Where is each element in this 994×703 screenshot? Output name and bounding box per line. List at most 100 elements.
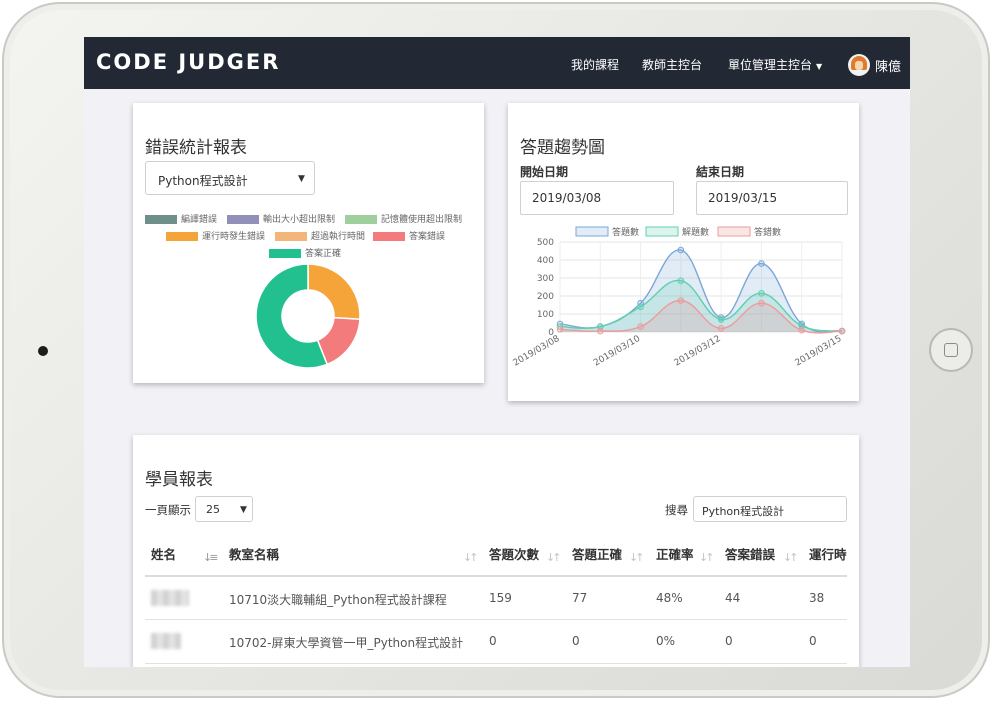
cell-accuracy: 0%: [656, 634, 676, 648]
y-tick-label: 200: [537, 292, 554, 302]
legend-swatch: [227, 215, 259, 224]
camera-icon: [38, 346, 48, 356]
page-size-select[interactable]: 25 ▼: [195, 496, 253, 522]
end-date-input[interactable]: 2019/03/15: [696, 181, 848, 215]
search-input-value: Python程式設計: [702, 505, 785, 518]
y-tick-label: 500: [537, 238, 554, 248]
sort-icon[interactable]: ↓↑: [546, 551, 562, 564]
x-tick-label: 2019/03/10: [592, 334, 642, 369]
error-report-card: 錯誤統計報表 Python程式設計 ▼ 編譯錯誤 輸出大小超出限制 記憶體使用超…: [133, 103, 484, 383]
sort-desc-icon[interactable]: ↓≡: [203, 551, 219, 564]
start-date-label: 開始日期: [520, 165, 569, 179]
nav-teacher-console[interactable]: 教師主控台: [642, 56, 702, 73]
y-tick-label: 300: [537, 274, 554, 284]
y-tick-label: 100: [537, 310, 554, 320]
cell-correct: 0: [572, 634, 580, 648]
caret-down-icon: ▼: [298, 174, 305, 184]
student-name-blurred: [151, 633, 181, 649]
data-point[interactable]: [596, 327, 604, 335]
legend-item[interactable]: 答案正確: [269, 246, 341, 259]
search-input[interactable]: Python程式設計: [693, 496, 847, 522]
th-name[interactable]: 姓名: [151, 544, 176, 563]
legend-item[interactable]: 輸出大小超出限制: [227, 212, 335, 225]
sort-icon[interactable]: ↓↑: [783, 551, 799, 564]
data-point[interactable]: [758, 260, 765, 267]
cell-wrong: 0: [725, 634, 733, 648]
trend-title: 答題趨勢圖: [520, 138, 605, 158]
caret-down-icon: ▼: [816, 62, 823, 71]
th-runtime[interactable]: 運行時: [809, 544, 847, 563]
data-point[interactable]: [677, 246, 685, 254]
cell-classroom: 10710淡大職輔組_Python程式設計課程: [229, 593, 447, 607]
th-classroom[interactable]: 教室名稱: [229, 544, 279, 563]
home-button[interactable]: [929, 328, 973, 372]
legend-label: 超過執行時間: [311, 232, 366, 242]
legend-label: 答題數: [612, 226, 639, 238]
th-attempts[interactable]: 答題次數: [489, 544, 539, 563]
legend-swatch[interactable]: [645, 226, 679, 237]
th-accuracy[interactable]: 正確率: [656, 544, 694, 563]
student-report-title: 學員報表: [145, 470, 213, 490]
legend-swatch: [373, 232, 405, 241]
row-divider: [145, 619, 847, 620]
data-point[interactable]: [677, 297, 685, 304]
navbar: CODE JUDGER 我的課程 教師主控台 單位管理主控台 ▼ 陳億: [84, 37, 910, 89]
legend-item[interactable]: 編譯錯誤: [145, 212, 217, 225]
data-point[interactable]: [717, 325, 725, 332]
cell-attempts: 159: [489, 591, 512, 605]
legend-label: 編譯錯誤: [181, 215, 218, 225]
nav-my-courses[interactable]: 我的課程: [571, 56, 619, 73]
data-point[interactable]: [798, 326, 806, 334]
data-point[interactable]: [637, 303, 644, 311]
nav-unit-console[interactable]: 單位管理主控台 ▼: [728, 56, 822, 73]
sort-icon[interactable]: ↓↑: [699, 551, 715, 564]
data-point[interactable]: [758, 290, 765, 297]
trend-card: 答題趨勢圖 開始日期 2019/03/08 結束日期 2019/03/15 01…: [508, 103, 859, 401]
legend-label: 輸出大小超出限制: [263, 215, 336, 225]
cell-accuracy: 48%: [656, 591, 683, 605]
end-date-label: 結束日期: [696, 165, 745, 179]
legend-item[interactable]: 記憶體使用超出限制: [345, 212, 462, 225]
sort-icon[interactable]: ↓↑: [463, 551, 479, 564]
x-tick-label: 2019/03/08: [512, 334, 562, 369]
data-point[interactable]: [838, 327, 846, 335]
legend-swatch: [275, 232, 307, 241]
student-report-card: 學員報表 一頁顯示 25 ▼ 搜尋 Python程式設計 姓名 ↓≡ 教室名稱 …: [133, 435, 859, 667]
data-point[interactable]: [717, 316, 725, 323]
y-tick-label: 400: [537, 256, 554, 266]
x-tick-label: 2019/03/15: [794, 334, 844, 369]
legend-swatch[interactable]: [575, 226, 609, 237]
caret-down-icon: ▼: [240, 505, 247, 515]
donut-slice[interactable]: [307, 263, 361, 321]
start-date-input[interactable]: 2019/03/08: [520, 181, 674, 215]
brand-logo[interactable]: CODE JUDGER: [96, 50, 280, 74]
page-size-label: 一頁顯示: [145, 503, 191, 517]
legend-label: 解題數: [682, 226, 709, 238]
user-name[interactable]: 陳億: [875, 56, 901, 75]
course-select[interactable]: Python程式設計 ▼: [145, 161, 315, 195]
legend-item[interactable]: 超過執行時間: [275, 229, 365, 242]
cell-attempts: 0: [489, 634, 497, 648]
legend-label: 運行時發生錯誤: [202, 232, 266, 242]
row-divider: [145, 663, 847, 664]
legend-swatch[interactable]: [717, 226, 751, 237]
legend-label: 答錯數: [754, 226, 781, 238]
data-point[interactable]: [637, 323, 644, 330]
cell-classroom: 10702-屏東大學資管一甲_Python程式設計: [229, 636, 464, 650]
screen: CODE JUDGER 我的課程 教師主控台 單位管理主控台 ▼ 陳億 錯誤統計報…: [84, 37, 910, 667]
legend-swatch: [269, 249, 301, 258]
legend-item[interactable]: 答案錯誤: [373, 229, 445, 242]
cell-runtime: 0: [809, 634, 817, 648]
data-point[interactable]: [556, 326, 564, 333]
page-size-value: 25: [206, 503, 220, 516]
sort-icon[interactable]: ↓↑: [629, 551, 645, 564]
legend-item[interactable]: 運行時發生錯誤: [166, 229, 265, 242]
home-square-icon: [944, 343, 958, 357]
data-point[interactable]: [677, 277, 685, 285]
th-correct[interactable]: 答題正確: [572, 544, 622, 563]
th-wrong[interactable]: 答案錯誤: [725, 544, 775, 563]
data-point[interactable]: [758, 299, 765, 307]
course-select-value: Python程式設計: [158, 174, 248, 188]
avatar[interactable]: [848, 54, 870, 76]
error-report-title: 錯誤統計報表: [145, 138, 247, 158]
